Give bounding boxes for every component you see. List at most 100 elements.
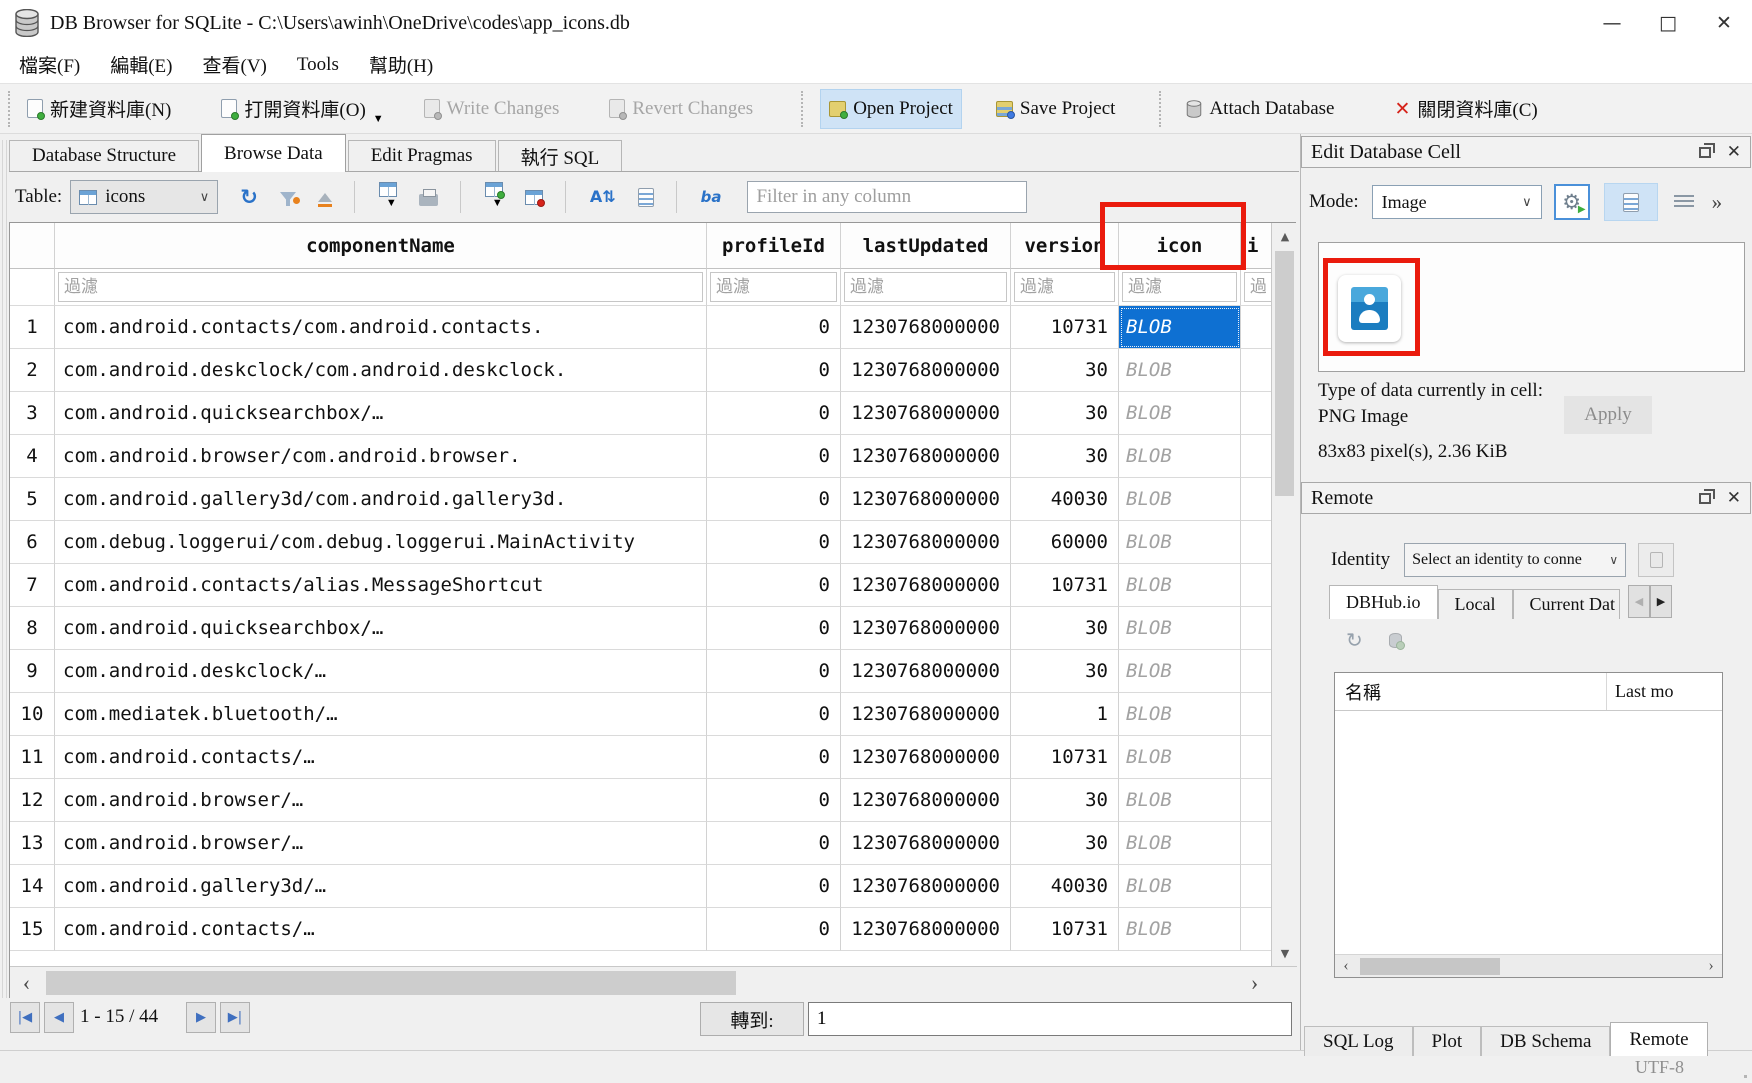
scroll-up-icon[interactable]: ▲ <box>1272 223 1298 249</box>
filter-componentName-input[interactable] <box>58 272 703 302</box>
row-number[interactable]: 14 <box>10 865 55 908</box>
cell-componentName[interactable]: com.android.gallery3d/… <box>55 865 707 908</box>
cell-componentName[interactable]: com.android.browser/com.android.browser. <box>55 435 707 478</box>
apply-button[interactable]: Apply <box>1564 396 1652 434</box>
cell-partial[interactable] <box>1241 693 1271 736</box>
menu-view[interactable]: 查看(V) <box>188 46 282 83</box>
cell-componentName[interactable]: com.android.contacts/alias.MessageShortc… <box>55 564 707 607</box>
cell-icon[interactable]: BLOB <box>1119 650 1241 693</box>
cell-version[interactable]: 30 <box>1011 607 1119 650</box>
float-panel-icon[interactable] <box>1699 147 1711 158</box>
cell-icon[interactable]: BLOB <box>1119 564 1241 607</box>
cell-version[interactable]: 30 <box>1011 650 1119 693</box>
encoding-label[interactable]: UTF-8 <box>1635 1057 1684 1078</box>
cell-version[interactable]: 10731 <box>1011 306 1119 349</box>
text-view-button[interactable] <box>1604 183 1658 221</box>
filter-lastUpdated-input[interactable] <box>844 272 1007 302</box>
row-number[interactable]: 2 <box>10 349 55 392</box>
cell-icon[interactable]: BLOB <box>1119 521 1241 564</box>
cell-version[interactable]: 10731 <box>1011 908 1119 951</box>
row-number[interactable]: 11 <box>10 736 55 779</box>
cell-icon[interactable]: BLOB <box>1119 478 1241 521</box>
save-table-button[interactable]: ▼ <box>379 182 397 213</box>
scroll-left-icon[interactable]: ‹ <box>10 967 43 999</box>
menu-help[interactable]: 幫助(H) <box>354 46 448 83</box>
next-page-button[interactable]: ▶ <box>186 1002 216 1033</box>
revert-changes-button[interactable]: Revert Changes <box>601 89 761 129</box>
cell-profileId[interactable]: 0 <box>707 779 841 822</box>
remote-horizontal-scrollbar[interactable]: ‹ › <box>1335 954 1722 977</box>
cell-lastUpdated[interactable]: 1230768000000 <box>841 865 1011 908</box>
cell-lastUpdated[interactable]: 1230768000000 <box>841 435 1011 478</box>
cell-lastUpdated[interactable]: 1230768000000 <box>841 607 1011 650</box>
goto-button[interactable]: 轉到: <box>700 1002 804 1036</box>
cell-partial[interactable] <box>1241 306 1271 349</box>
open-database-button[interactable]: 打開資料庫(O) ▼ <box>213 89 391 129</box>
scroll-down-icon[interactable]: ▼ <box>1272 940 1298 966</box>
cell-profileId[interactable]: 0 <box>707 306 841 349</box>
filter-button[interactable] <box>280 192 296 202</box>
clone-database-icon[interactable] <box>1389 633 1402 648</box>
tab-dbhub[interactable]: DBHub.io <box>1329 585 1438 619</box>
row-number[interactable]: 12 <box>10 779 55 822</box>
scroll-right-icon[interactable]: › <box>1238 967 1271 999</box>
cell-partial[interactable] <box>1241 865 1271 908</box>
clear-filter-button[interactable] <box>318 193 332 202</box>
cell-partial[interactable] <box>1241 908 1271 951</box>
close-button[interactable]: ✕ <box>1696 3 1752 43</box>
col-header-componentName[interactable]: componentName <box>55 223 707 269</box>
cell-profileId[interactable]: 0 <box>707 865 841 908</box>
cell-profileId[interactable]: 0 <box>707 908 841 951</box>
tab-sql-log[interactable]: SQL Log <box>1304 1026 1413 1056</box>
cell-version[interactable]: 30 <box>1011 779 1119 822</box>
row-number[interactable]: 1 <box>10 306 55 349</box>
cell-lastUpdated[interactable]: 1230768000000 <box>841 693 1011 736</box>
cell-partial[interactable] <box>1241 392 1271 435</box>
filter-any-column-input[interactable] <box>747 181 1027 213</box>
cell-partial[interactable] <box>1241 478 1271 521</box>
cell-icon[interactable]: BLOB <box>1119 392 1241 435</box>
cell-icon[interactable]: BLOB <box>1119 693 1241 736</box>
cell-profileId[interactable]: 0 <box>707 478 841 521</box>
cell-icon[interactable]: BLOB <box>1119 306 1241 349</box>
cell-componentName[interactable]: com.mediatek.bluetooth/… <box>55 693 707 736</box>
row-number[interactable]: 10 <box>10 693 55 736</box>
first-page-button[interactable]: |◀ <box>10 1002 40 1033</box>
cell-componentName[interactable]: com.android.deskclock/com.android.deskcl… <box>55 349 707 392</box>
cell-icon[interactable]: BLOB <box>1119 435 1241 478</box>
cell-version[interactable]: 10731 <box>1011 736 1119 779</box>
cell-icon[interactable]: BLOB <box>1119 822 1241 865</box>
cell-icon[interactable]: BLOB <box>1119 779 1241 822</box>
tab-plot[interactable]: Plot <box>1413 1026 1482 1056</box>
last-page-button[interactable]: ▶| <box>220 1002 250 1033</box>
cell-componentName[interactable]: com.android.deskclock/… <box>55 650 707 693</box>
menu-edit[interactable]: 編輯(E) <box>95 46 187 83</box>
filter-profileId-input[interactable] <box>710 272 837 302</box>
filter-partial-input[interactable] <box>1244 272 1271 302</box>
menu-file[interactable]: 檔案(F) <box>4 46 95 83</box>
minimize-button[interactable]: — <box>1584 3 1640 43</box>
cell-partial[interactable] <box>1241 349 1271 392</box>
identity-select[interactable]: Select an identity to conne ∨ <box>1404 543 1626 577</box>
cell-version[interactable]: 30 <box>1011 822 1119 865</box>
delete-record-button[interactable] <box>525 190 543 205</box>
cell-profileId[interactable]: 0 <box>707 693 841 736</box>
close-panel-icon[interactable]: ✕ <box>1727 144 1741 161</box>
cell-icon[interactable]: BLOB <box>1119 865 1241 908</box>
prev-page-button[interactable]: ◀ <box>44 1002 74 1033</box>
cell-partial[interactable] <box>1241 564 1271 607</box>
cell-lastUpdated[interactable]: 1230768000000 <box>841 392 1011 435</box>
cell-lastUpdated[interactable]: 1230768000000 <box>841 650 1011 693</box>
horizontal-scrollbar[interactable]: ‹ › <box>10 966 1297 999</box>
row-number[interactable]: 6 <box>10 521 55 564</box>
write-changes-button[interactable]: Write Changes <box>416 89 568 129</box>
cell-profileId[interactable]: 0 <box>707 521 841 564</box>
row-number[interactable]: 5 <box>10 478 55 521</box>
dictionary-button[interactable] <box>638 188 654 207</box>
cell-componentName[interactable]: com.android.browser/… <box>55 822 707 865</box>
open-database-dropdown-arrow[interactable]: ▼ <box>373 113 384 125</box>
tab-remote[interactable]: Remote <box>1610 1022 1707 1056</box>
cell-partial[interactable] <box>1241 435 1271 478</box>
cell-version[interactable]: 60000 <box>1011 521 1119 564</box>
insert-record-button[interactable]: ▼ <box>485 182 503 213</box>
